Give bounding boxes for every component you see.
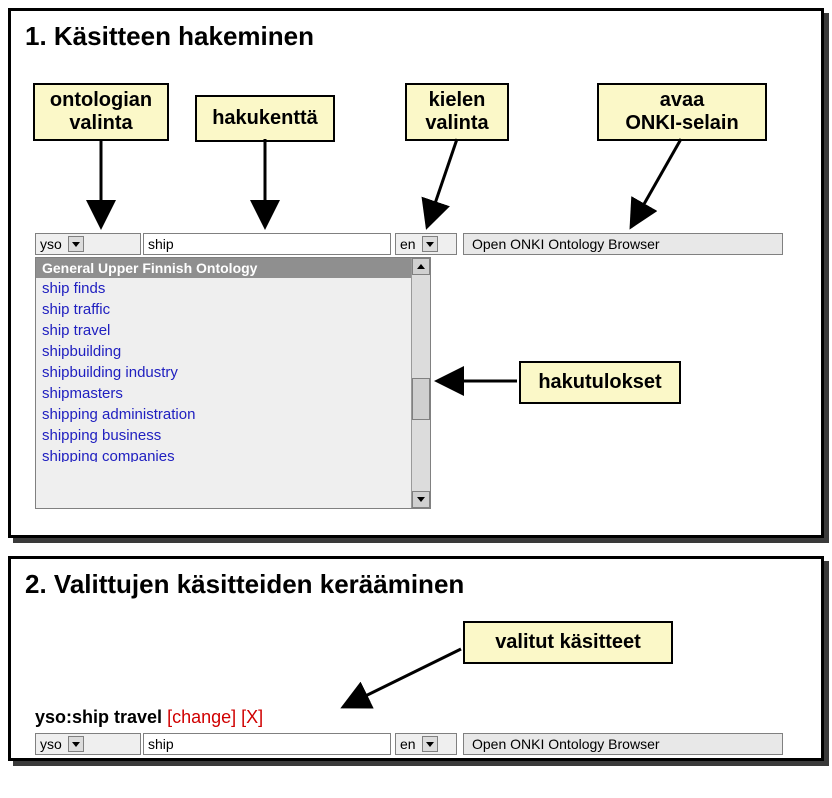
language-select-2-value: en bbox=[400, 736, 416, 752]
scroll-down-icon[interactable] bbox=[412, 491, 430, 508]
ontology-select-value: yso bbox=[40, 236, 62, 252]
selected-label: yso:ship travel bbox=[35, 707, 162, 727]
widget-row-1: yso bbox=[35, 233, 141, 255]
search-input-2-value: ship bbox=[148, 736, 174, 752]
search-input-value: ship bbox=[148, 236, 174, 252]
language-select-2[interactable]: en bbox=[395, 733, 457, 755]
results-item[interactable]: ship finds bbox=[36, 278, 411, 299]
selected-concept: yso:ship travel [change] [X] bbox=[35, 707, 263, 728]
scroll-up-icon[interactable] bbox=[412, 258, 430, 275]
results-item[interactable]: shipbuilding bbox=[36, 341, 411, 362]
results-item[interactable]: ship travel bbox=[36, 320, 411, 341]
ontology-select-2-value: yso bbox=[40, 736, 62, 752]
results-item[interactable]: ship traffic bbox=[36, 299, 411, 320]
lang-wrap: en bbox=[395, 233, 457, 255]
chevron-down-icon bbox=[68, 236, 84, 252]
open-onki-label-2: Open ONKI Ontology Browser bbox=[472, 736, 660, 752]
language-select[interactable]: en bbox=[395, 233, 457, 255]
scroll-thumb[interactable] bbox=[412, 378, 430, 420]
open-wrap-2: Open ONKI Ontology Browser bbox=[463, 733, 783, 755]
callout-openbrowser-text: avaaONKI-selain bbox=[625, 89, 738, 134]
callout-searchfield: hakukenttä bbox=[195, 95, 335, 142]
widget-row-2a: yso bbox=[35, 733, 141, 755]
panel-collect: 2. Valittujen käsitteiden kerääminen val… bbox=[8, 556, 824, 761]
callout-searchfield-text: hakukenttä bbox=[212, 107, 318, 129]
chevron-down-icon bbox=[422, 236, 438, 252]
chevron-down-icon bbox=[68, 736, 84, 752]
results-list: General Upper Finnish Ontology ship find… bbox=[35, 257, 431, 509]
results-item[interactable]: shipping administration bbox=[36, 404, 411, 425]
callout-results: hakutulokset bbox=[519, 361, 681, 404]
language-select-value: en bbox=[400, 236, 416, 252]
results-body: General Upper Finnish Ontology ship find… bbox=[36, 258, 411, 508]
callout-selected: valitut käsitteet bbox=[463, 621, 673, 664]
callout-selected-text: valitut käsitteet bbox=[495, 631, 641, 653]
search-input-2[interactable]: ship bbox=[143, 733, 391, 755]
open-onki-label: Open ONKI Ontology Browser bbox=[472, 236, 660, 252]
panel2-title: 2. Valittujen käsitteiden kerääminen bbox=[25, 569, 809, 600]
ontology-select-2[interactable]: yso bbox=[35, 733, 141, 755]
remove-link[interactable]: [X] bbox=[241, 707, 263, 727]
callout-ontology: ontologianvalinta bbox=[33, 83, 169, 141]
results-item[interactable]: shipping business bbox=[36, 425, 411, 446]
panel1-title: 1. Käsitteen hakeminen bbox=[25, 21, 809, 52]
callout-ontology-text: ontologianvalinta bbox=[50, 89, 152, 134]
change-link[interactable]: [change] bbox=[167, 707, 236, 727]
results-item[interactable]: shipbuilding industry bbox=[36, 362, 411, 383]
open-onki-button[interactable]: Open ONKI Ontology Browser bbox=[463, 233, 783, 255]
open-wrap: Open ONKI Ontology Browser bbox=[463, 233, 783, 255]
callout-results-text: hakutulokset bbox=[538, 371, 661, 393]
callout-openbrowser: avaaONKI-selain bbox=[597, 83, 767, 141]
callout-language-text: kielenvalinta bbox=[425, 89, 488, 134]
panel-search: 1. Käsitteen hakeminen ontologianvalinta… bbox=[8, 8, 824, 538]
results-item[interactable]: shipmasters bbox=[36, 383, 411, 404]
ontology-select[interactable]: yso bbox=[35, 233, 141, 255]
chevron-down-icon bbox=[422, 736, 438, 752]
callout-language: kielenvalinta bbox=[405, 83, 509, 141]
open-onki-button-2[interactable]: Open ONKI Ontology Browser bbox=[463, 733, 783, 755]
search-input[interactable]: ship bbox=[143, 233, 391, 255]
search-wrap: ship bbox=[143, 233, 391, 255]
results-header: General Upper Finnish Ontology bbox=[36, 258, 411, 278]
lang-wrap-2: en bbox=[395, 733, 457, 755]
results-item[interactable]: shipping companies bbox=[36, 446, 411, 462]
search-wrap-2: ship bbox=[143, 733, 391, 755]
results-scrollbar[interactable] bbox=[411, 258, 430, 508]
